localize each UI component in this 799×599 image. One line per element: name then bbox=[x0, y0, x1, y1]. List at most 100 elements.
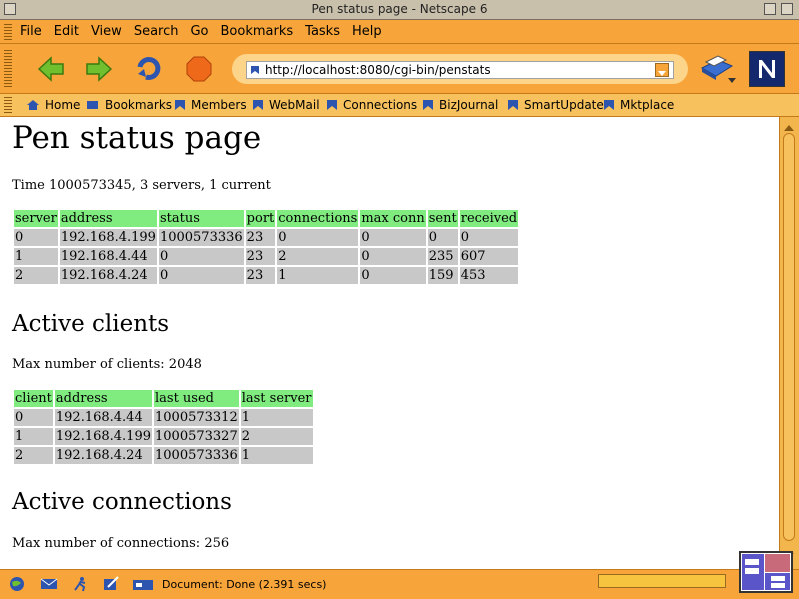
table-cell: 1 bbox=[240, 409, 313, 426]
composer-icon bbox=[104, 576, 119, 590]
table-cell: 192.168.4.199 bbox=[59, 229, 157, 246]
column-header: last server bbox=[240, 390, 313, 407]
bookmark-icon bbox=[423, 100, 433, 110]
column-header: connections bbox=[277, 210, 359, 227]
stop-button[interactable] bbox=[184, 54, 214, 84]
minimize-button[interactable] bbox=[764, 3, 776, 15]
table-cell: 192.168.4.24 bbox=[54, 447, 152, 464]
address-book-button[interactable] bbox=[132, 576, 154, 592]
menu-help[interactable]: Help bbox=[352, 24, 382, 39]
active-connections-heading: Active connections bbox=[12, 489, 232, 515]
table-cell: 23 bbox=[245, 267, 276, 284]
menu-search[interactable]: Search bbox=[134, 24, 179, 39]
personal-item-label: Bookmarks bbox=[105, 98, 173, 112]
column-header: last used bbox=[154, 390, 239, 407]
menu-tasks[interactable]: Tasks bbox=[305, 24, 340, 39]
table-cell: 0 bbox=[360, 229, 426, 246]
page-proxy-icon[interactable] bbox=[250, 65, 260, 75]
column-header: client bbox=[14, 390, 53, 407]
forward-arrow-icon bbox=[86, 56, 113, 82]
table-row: 1 192.168.4.44 0 23 2 0 235 607 bbox=[14, 248, 519, 265]
table-cell: 1 bbox=[240, 447, 313, 464]
table-cell: 0 bbox=[158, 248, 244, 265]
progress-meter bbox=[598, 574, 726, 588]
table-cell: 1000573312 bbox=[154, 409, 239, 426]
navbar-grip[interactable] bbox=[4, 50, 12, 88]
column-header: max conn bbox=[360, 210, 426, 227]
composer-button[interactable] bbox=[102, 576, 120, 592]
personalbar-grip[interactable] bbox=[4, 97, 12, 113]
home-icon bbox=[27, 100, 39, 110]
personal-item-members[interactable]: Members bbox=[174, 98, 247, 112]
netscape-n-icon bbox=[750, 52, 784, 86]
table-row: 0 192.168.4.44 1000573312 1 bbox=[14, 409, 313, 426]
personal-item-label: Home bbox=[45, 98, 81, 112]
maximize-button[interactable] bbox=[781, 3, 793, 15]
url-input[interactable]: http://localhost:8080/cgi-bin/penstats bbox=[246, 61, 674, 79]
menu-bookmarks[interactable]: Bookmarks bbox=[221, 24, 294, 39]
instant-messenger-button[interactable] bbox=[72, 576, 90, 592]
personal-toolbar: Home Bookmarks Members WebMail Connectio… bbox=[0, 94, 799, 117]
menu-go[interactable]: Go bbox=[190, 24, 208, 39]
menubar-grip[interactable] bbox=[4, 24, 12, 40]
table-cell: 1000573336 bbox=[154, 447, 239, 464]
globe-icon bbox=[10, 577, 24, 591]
page-title: Pen status page bbox=[12, 120, 262, 156]
back-button[interactable] bbox=[36, 54, 66, 84]
personal-item-home[interactable]: Home bbox=[26, 98, 80, 112]
url-dropdown-button[interactable] bbox=[655, 63, 669, 77]
scroll-up-button[interactable] bbox=[782, 119, 796, 131]
vertical-scrollbar[interactable] bbox=[779, 117, 799, 569]
table-cell: 0 bbox=[360, 248, 426, 265]
running-man-icon bbox=[74, 577, 86, 592]
menu-bar: File Edit View Search Go Bookmarks Tasks… bbox=[0, 20, 799, 44]
table-cell: 235 bbox=[427, 248, 458, 265]
mail-icon bbox=[40, 578, 58, 589]
menu-view[interactable]: View bbox=[91, 24, 122, 39]
netscape-logo[interactable] bbox=[749, 51, 785, 87]
status-summary: Time 1000573345, 3 servers, 1 current bbox=[12, 178, 271, 193]
page-content: Pen status page Time 1000573345, 3 serve… bbox=[0, 117, 779, 569]
table-cell: 453 bbox=[459, 267, 519, 284]
personal-item-label: Members bbox=[191, 98, 247, 112]
table-cell: 192.168.4.24 bbox=[59, 267, 157, 284]
table-cell: 0 bbox=[14, 229, 58, 246]
personal-item-label: BizJournal bbox=[439, 98, 499, 112]
personal-item-connections[interactable]: Connections bbox=[326, 98, 417, 112]
table-cell: 2 bbox=[277, 248, 359, 265]
scroll-thumb[interactable] bbox=[783, 133, 795, 541]
personal-item-mktplace[interactable]: Mktplace bbox=[603, 98, 674, 112]
address-book-icon bbox=[133, 580, 153, 590]
personal-item-bizjournal[interactable]: BizJournal bbox=[422, 98, 498, 112]
table-cell: 1000573336 bbox=[158, 229, 244, 246]
menu-edit[interactable]: Edit bbox=[54, 24, 79, 39]
column-header: port bbox=[245, 210, 276, 227]
clients-max: Max number of clients: 2048 bbox=[12, 357, 202, 372]
menu-file[interactable]: File bbox=[20, 24, 42, 39]
column-header: status bbox=[158, 210, 244, 227]
table-cell: 23 bbox=[245, 248, 276, 265]
table-cell: 1 bbox=[14, 428, 53, 445]
table-header-row: server address status port connections m… bbox=[14, 210, 519, 227]
table-cell: 2 bbox=[14, 267, 58, 284]
table-cell: 0 bbox=[277, 229, 359, 246]
personal-item-smartupdate[interactable]: SmartUpdate bbox=[507, 98, 604, 112]
url-text: http://localhost:8080/cgi-bin/penstats bbox=[265, 63, 491, 77]
personal-item-webmail[interactable]: WebMail bbox=[252, 98, 320, 112]
chevron-down-icon bbox=[658, 71, 666, 76]
print-button[interactable] bbox=[698, 52, 738, 86]
page-layout-icon bbox=[741, 553, 791, 591]
table-header-row: client address last used last server bbox=[14, 390, 313, 407]
table-cell: 192.168.4.44 bbox=[59, 248, 157, 265]
personal-item-bookmarks[interactable]: Bookmarks bbox=[86, 98, 172, 112]
column-header: server bbox=[14, 210, 58, 227]
reload-button[interactable] bbox=[134, 54, 164, 84]
table-cell: 192.168.4.44 bbox=[54, 409, 152, 426]
personal-item-label: Mktplace bbox=[620, 98, 675, 112]
table-cell: 0 bbox=[459, 229, 519, 246]
navigator-button[interactable] bbox=[8, 576, 26, 592]
forward-button[interactable] bbox=[84, 54, 114, 84]
mail-button[interactable] bbox=[40, 576, 58, 592]
page-indicator-widget[interactable] bbox=[739, 551, 793, 593]
stop-icon bbox=[186, 56, 212, 82]
